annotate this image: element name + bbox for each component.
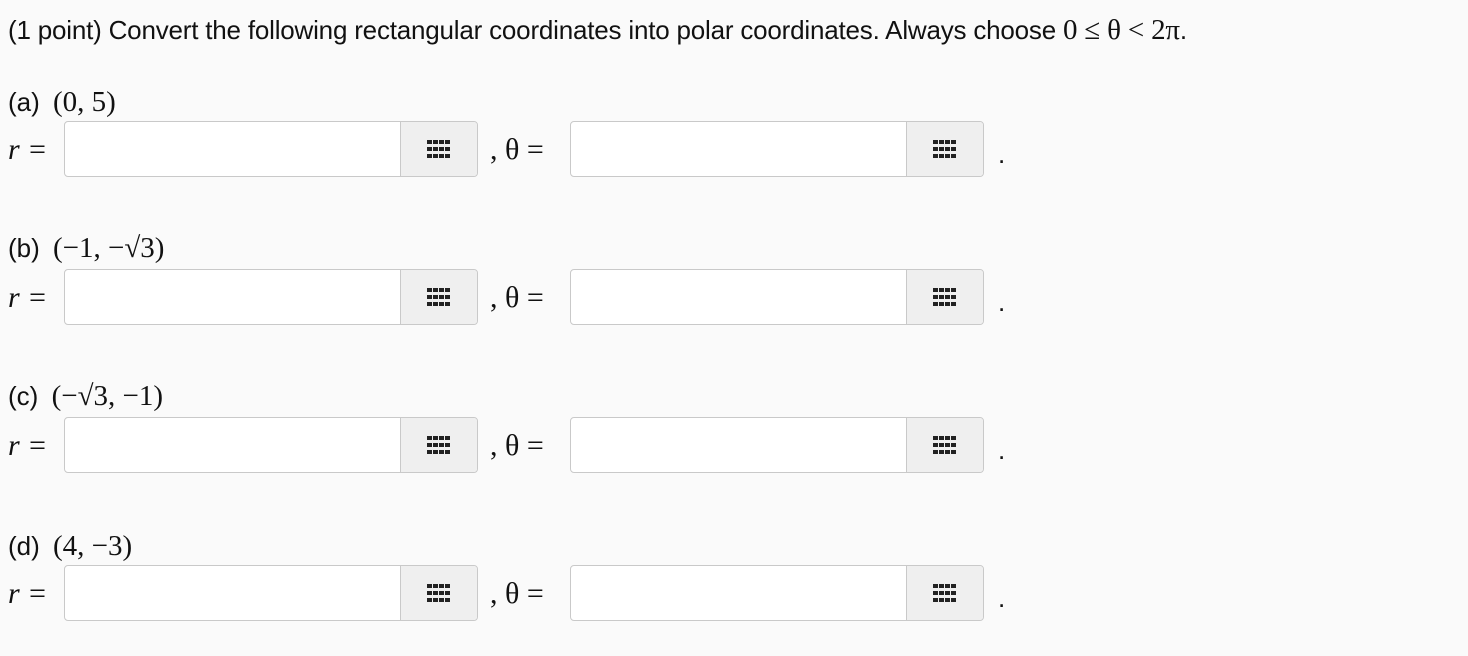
problem-text: (1 point) Convert the following rectangu… bbox=[8, 15, 1056, 45]
part-d-answer-row: r = , θ = . bbox=[0, 565, 1100, 625]
end-period: . bbox=[998, 435, 1006, 465]
keypad-button[interactable] bbox=[400, 566, 477, 620]
part-letter: (a) bbox=[8, 87, 40, 117]
theta-input-b[interactable] bbox=[571, 270, 905, 324]
part-b-label: (b) (−1, −√3) bbox=[8, 232, 164, 265]
r-answer-field bbox=[64, 269, 478, 325]
keypad-button[interactable] bbox=[400, 122, 477, 176]
keypad-button[interactable] bbox=[906, 270, 983, 324]
grid-keypad-icon bbox=[427, 140, 450, 158]
end-period: . bbox=[998, 139, 1006, 169]
part-letter: (c) bbox=[8, 381, 39, 411]
r-answer-field bbox=[64, 121, 478, 177]
grid-keypad-icon bbox=[933, 584, 956, 602]
theta-label: , θ = bbox=[490, 429, 544, 462]
part-b-answer-row: r = , θ = . bbox=[0, 269, 1100, 329]
theta-label: , θ = bbox=[490, 133, 544, 166]
r-input-c[interactable] bbox=[65, 418, 399, 472]
problem-statement: (1 point) Convert the following rectangu… bbox=[8, 14, 1187, 47]
header-period: . bbox=[1179, 15, 1187, 45]
r-label: r = bbox=[8, 281, 48, 314]
r-label: r = bbox=[8, 577, 48, 610]
r-input-a[interactable] bbox=[65, 122, 399, 176]
theta-input-c[interactable] bbox=[571, 418, 905, 472]
theta-answer-field bbox=[570, 269, 984, 325]
end-period: . bbox=[998, 583, 1006, 613]
keypad-button[interactable] bbox=[906, 566, 983, 620]
part-point: (0, 5) bbox=[53, 86, 116, 118]
theta-constraint: 0 ≤ θ < 2π bbox=[1063, 14, 1180, 46]
theta-answer-field bbox=[570, 121, 984, 177]
part-point: (−1, −√3) bbox=[53, 232, 165, 264]
theta-answer-field bbox=[570, 417, 984, 473]
theta-label: , θ = bbox=[490, 577, 544, 610]
part-letter: (d) bbox=[8, 531, 40, 561]
r-input-d[interactable] bbox=[65, 566, 399, 620]
part-point: (−√3, −1) bbox=[51, 380, 164, 412]
grid-keypad-icon bbox=[427, 288, 450, 306]
grid-keypad-icon bbox=[933, 436, 956, 454]
theta-input-d[interactable] bbox=[571, 566, 905, 620]
theta-label: , θ = bbox=[490, 281, 544, 314]
r-label: r = bbox=[8, 133, 48, 166]
theta-answer-field bbox=[570, 565, 984, 621]
r-answer-field bbox=[64, 417, 478, 473]
part-c-answer-row: r = , θ = . bbox=[0, 417, 1100, 477]
grid-keypad-icon bbox=[933, 288, 956, 306]
part-point: (4, −3) bbox=[53, 530, 133, 562]
grid-keypad-icon bbox=[933, 140, 956, 158]
keypad-button[interactable] bbox=[400, 270, 477, 324]
r-answer-field bbox=[64, 565, 478, 621]
grid-keypad-icon bbox=[427, 436, 450, 454]
grid-keypad-icon bbox=[427, 584, 450, 602]
part-a-answer-row: r = , θ = . bbox=[0, 121, 1100, 181]
part-c-label: (c) (−√3, −1) bbox=[8, 380, 163, 413]
keypad-button[interactable] bbox=[906, 418, 983, 472]
theta-input-a[interactable] bbox=[571, 122, 905, 176]
r-input-b[interactable] bbox=[65, 270, 399, 324]
end-period: . bbox=[998, 287, 1006, 317]
keypad-button[interactable] bbox=[906, 122, 983, 176]
part-letter: (b) bbox=[8, 233, 40, 263]
part-a-label: (a) (0, 5) bbox=[8, 86, 116, 119]
part-d-label: (d) (4, −3) bbox=[8, 530, 132, 563]
r-label: r = bbox=[8, 429, 48, 462]
keypad-button[interactable] bbox=[400, 418, 477, 472]
